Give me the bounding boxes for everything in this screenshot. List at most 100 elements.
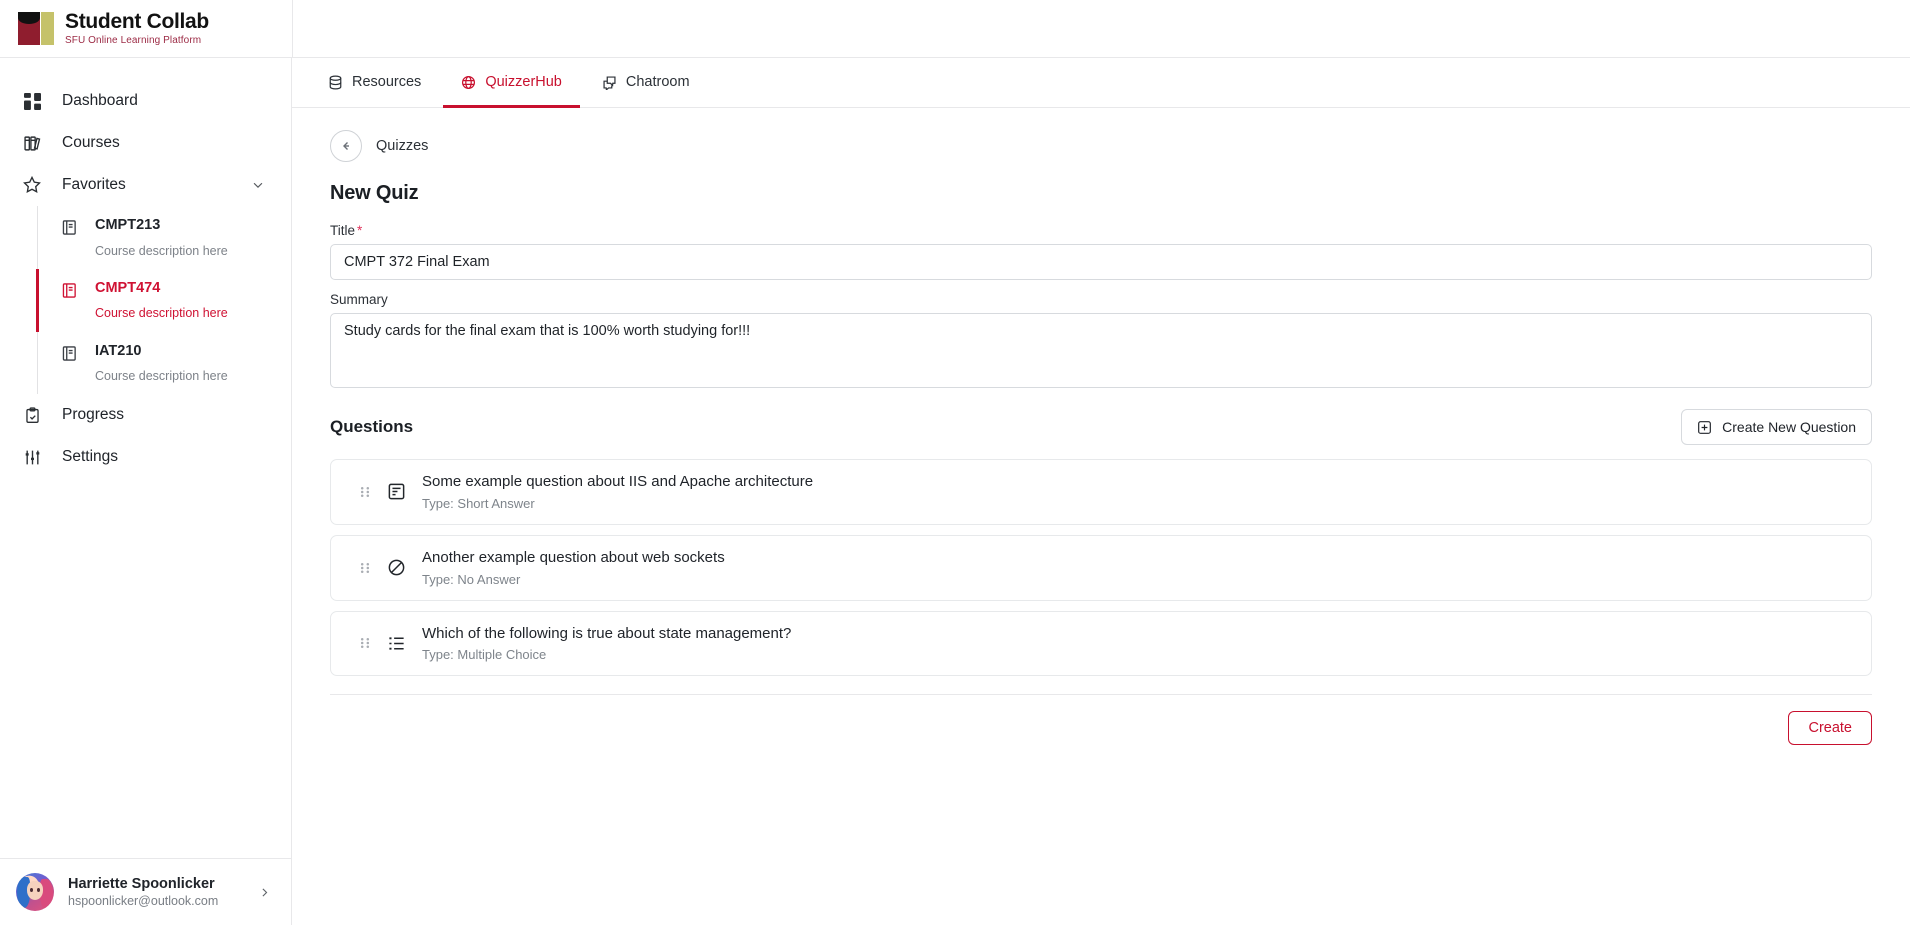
question-texts: Which of the following is true about sta…: [422, 625, 791, 663]
arrow-left-circle-icon[interactable]: [330, 130, 362, 162]
question-type: Type: Short Answer: [422, 495, 535, 511]
user-profile-card[interactable]: Harriette Spoonlicker hspoonlicker@outlo…: [0, 858, 291, 925]
course-book-icon: [61, 282, 79, 300]
form-footer: Create: [330, 695, 1872, 746]
question-type: Type: No Answer: [422, 571, 521, 587]
questions-title: Questions: [330, 417, 414, 436]
question-text: Some example question about IIS and Apac…: [422, 473, 814, 490]
questions-header: Questions Create New Question: [330, 409, 1872, 445]
books-icon: [22, 133, 42, 153]
brand-logo[interactable]: Student Collab SFU Online Learning Platf…: [0, 9, 209, 47]
question-row[interactable]: Some example question about IIS and Apac…: [330, 459, 1872, 525]
sidebar-item-label: Favorites: [62, 176, 126, 193]
sidebar-item-label: Dashboard: [62, 92, 138, 109]
course-name: CMPT474: [95, 279, 161, 296]
tab-resources[interactable]: Resources: [310, 59, 439, 108]
questions-list: Some example question about IIS and Apac…: [330, 459, 1872, 677]
list-icon: [387, 634, 406, 653]
favorite-course-cmpt474[interactable]: CMPT474 Course description here: [36, 268, 291, 332]
app-root: Student Collab SFU Online Learning Platf…: [0, 0, 1910, 925]
course-name: IAT210: [95, 342, 142, 359]
quiz-summary-input[interactable]: [330, 313, 1872, 388]
question-texts: Some example question about IIS and Apac…: [422, 473, 813, 511]
favorite-course-texts: CMPT474 Course description here: [95, 279, 228, 322]
drag-handle-icon[interactable]: [359, 635, 371, 651]
topbar-divider: [292, 0, 293, 57]
tab-label: QuizzerHub: [485, 74, 562, 90]
page-title: New Quiz: [330, 182, 419, 204]
main-content: Resources QuizzerHub Chatroom Quizzes Ne…: [292, 58, 1910, 925]
title-field-label: Title *: [330, 223, 1872, 238]
brand-subtitle: SFU Online Learning Platform: [65, 35, 202, 47]
breadcrumb: Quizzes: [330, 130, 1872, 162]
globe-icon: [461, 75, 476, 90]
sidebar: Dashboard Courses Favorites CMPT213 Cour…: [0, 58, 292, 925]
create-new-question-button[interactable]: Create New Question: [1681, 409, 1872, 445]
user-email: hspoonlicker@outlook.com: [68, 894, 219, 908]
question-texts: Another example question about web socke…: [422, 549, 725, 587]
user-name: Harriette Spoonlicker: [68, 876, 215, 892]
favorite-course-texts: CMPT213 Course description here: [95, 216, 228, 259]
question-row[interactable]: Which of the following is true about sta…: [330, 610, 1872, 677]
tab-label: Resources: [352, 74, 422, 90]
sidebar-item-settings[interactable]: Settings: [0, 436, 291, 478]
course-book-icon: [61, 219, 79, 237]
summary-field-label: Summary: [330, 292, 388, 307]
clipboard-icon: [22, 405, 42, 425]
course-name: CMPT213: [95, 217, 161, 233]
favorite-course-cmpt213[interactable]: CMPT213 Course description here: [37, 206, 291, 269]
question-type: Type: Multiple Choice: [422, 647, 547, 663]
tab-chatroom[interactable]: Chatroom: [584, 59, 708, 108]
no-answer-icon: [387, 558, 406, 577]
breadcrumb-label[interactable]: Quizzes: [376, 138, 428, 154]
tab-quizzerhub[interactable]: QuizzerHub: [443, 59, 580, 108]
user-meta: Harriette Spoonlicker hspoonlicker@outlo…: [68, 876, 218, 908]
title-field-block: Title *: [330, 223, 1872, 280]
database-icon: [328, 75, 343, 90]
drag-handle-icon[interactable]: [359, 560, 371, 576]
favorite-course-texts: IAT210 Course description here: [95, 342, 228, 385]
sidebar-item-favorites[interactable]: Favorites: [0, 164, 291, 206]
question-row[interactable]: Another example question about web socke…: [330, 534, 1872, 601]
favorites-list: CMPT213 Course description here CMPT474 …: [36, 206, 291, 395]
avatar: [16, 873, 54, 911]
create-new-question-label: Create New Question: [1722, 419, 1856, 435]
brand-title: Student Collab: [65, 9, 209, 33]
sidebar-item-label: Settings: [62, 448, 119, 466]
drag-handle-icon[interactable]: [359, 484, 371, 500]
chevron-down-icon[interactable]: [251, 178, 265, 192]
quiz-form: Quizzes New Quiz Title* Summary Question…: [292, 108, 1910, 925]
required-marker: *: [357, 223, 363, 238]
sidebar-item-progress[interactable]: Progress: [0, 394, 291, 436]
course-description: Course description here: [95, 369, 228, 384]
brand-text: Student Collab SFU Online Learning Platf…: [65, 9, 209, 47]
sidebar-item-label: Courses: [62, 134, 120, 151]
chat-icon: [602, 75, 617, 90]
chevron-right-icon[interactable]: [258, 886, 271, 899]
top-bar: Student Collab SFU Online Learning Platf…: [0, 0, 1910, 58]
sliders-icon: [22, 447, 42, 467]
favorites-group: CMPT213 Course description here CMPT474 …: [0, 206, 291, 395]
tab-label: Chatroom: [625, 74, 690, 90]
question-text: Which of the following is true about sta…: [422, 624, 792, 642]
plus-square-icon: [1697, 420, 1712, 435]
favorite-course-iat210[interactable]: IAT210 Course description here: [37, 332, 291, 395]
sidebar-item-label: Progress: [62, 406, 125, 424]
quiz-title-input[interactable]: [330, 244, 1872, 280]
sidebar-item-courses[interactable]: Courses: [0, 122, 291, 164]
course-description: Course description here: [95, 306, 228, 321]
title-label-text: Title: [330, 223, 356, 238]
tab-bar: Resources QuizzerHub Chatroom: [292, 58, 1910, 108]
short-answer-icon: [387, 482, 406, 501]
body-split: Dashboard Courses Favorites CMPT213 Cour…: [0, 58, 1910, 925]
sidebar-item-dashboard[interactable]: Dashboard: [0, 80, 291, 122]
create-quiz-button[interactable]: Create: [1788, 711, 1872, 746]
course-book-icon: [61, 345, 79, 363]
summary-field-block: Summary: [330, 292, 1872, 393]
course-description: Course description here: [95, 243, 228, 258]
star-icon: [22, 175, 42, 195]
dashboard-icon: [22, 91, 42, 111]
question-text: Another example question about web socke…: [422, 548, 725, 566]
logo-mark-icon: [18, 11, 54, 45]
